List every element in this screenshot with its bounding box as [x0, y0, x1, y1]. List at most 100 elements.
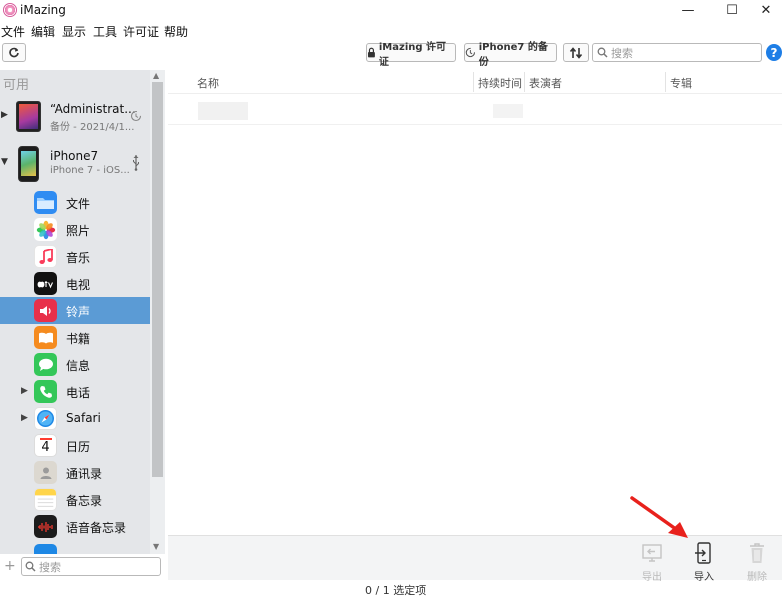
sidebar-item-partial[interactable]: [0, 540, 150, 554]
notes-icon: [34, 488, 57, 511]
import-button[interactable]: 导入: [684, 538, 724, 583]
phone-icon: [34, 380, 57, 403]
device-subtitle: iPhone 7 - iOS...: [50, 165, 130, 176]
transfer-arrows-icon: [569, 46, 583, 59]
device-name: “Administrat...: [50, 102, 136, 116]
menu-tools[interactable]: 工具: [93, 23, 117, 40]
folder-icon: [34, 191, 57, 214]
action-label: 导出: [642, 572, 662, 583]
import-icon: [695, 542, 711, 564]
backup-label: iPhone7 的备份: [478, 41, 548, 68]
transfer-button[interactable]: [563, 43, 589, 62]
calendar-icon: 4: [34, 434, 57, 457]
history-icon: [130, 110, 142, 122]
search-icon: [25, 561, 36, 572]
menu-help[interactable]: 帮助: [164, 23, 188, 40]
menu-file[interactable]: 文件: [1, 23, 25, 40]
scroll-up-icon[interactable]: ▲: [153, 71, 159, 80]
sidebar-footer: + 搜索: [0, 554, 165, 579]
sidebar-item-ringtones[interactable]: 铃声: [0, 297, 150, 324]
backup-button[interactable]: iPhone7 的备份: [464, 42, 557, 68]
expand-arrow-icon[interactable]: ▶: [1, 110, 8, 120]
lock-icon: [367, 47, 375, 58]
sidebar-item-label: 铃声: [66, 305, 91, 319]
sidebar-item-photos[interactable]: 照片: [0, 216, 150, 243]
sidebar-item-music[interactable]: 音乐: [0, 243, 150, 270]
table-row[interactable]: [168, 96, 782, 125]
device-name: iPhone7: [50, 149, 99, 163]
sidebar-item-label: 音乐: [66, 251, 91, 265]
device-backup[interactable]: ▶ “Administrat... 备份 - 2021/4/1...: [0, 96, 150, 140]
sidebar-item-notes[interactable]: 备忘录: [0, 486, 150, 513]
device-thumbnail: [18, 146, 39, 182]
license-label: iMazing 许可证: [378, 41, 447, 68]
books-icon: [34, 326, 57, 349]
scrollbar-thumb[interactable]: [152, 82, 163, 477]
menu-license[interactable]: 许可证: [123, 23, 159, 40]
sidebar-item-phone[interactable]: ▶ 电话: [0, 378, 150, 405]
add-button[interactable]: +: [4, 558, 16, 574]
column-divider[interactable]: [665, 72, 666, 92]
sidebar-item-files[interactable]: 文件: [0, 189, 150, 216]
device-iphone7[interactable]: ▼ iPhone7 iPhone 7 - iOS...: [0, 143, 150, 187]
license-button[interactable]: iMazing 许可证: [366, 42, 456, 68]
app-logo-icon: [3, 3, 17, 17]
minimize-button[interactable]: —: [668, 0, 708, 20]
sidebar-item-safari[interactable]: ▶ Safari: [0, 405, 150, 432]
sidebar-item-tv[interactable]: 电视: [0, 270, 150, 297]
annotation-arrow-icon: [630, 496, 688, 538]
calendar-day: 4: [41, 440, 50, 455]
toolbar: iMazing 许可证 iPhone7 的备份 搜索 ?: [0, 40, 782, 68]
sidebar-scrollbar[interactable]: ▲ ▼: [150, 70, 165, 554]
column-header-artist[interactable]: 表演者: [529, 75, 562, 91]
table-header: 名称 持续时间 表演者 专辑: [168, 70, 782, 94]
column-header-duration[interactable]: 持续时间: [478, 75, 522, 91]
close-button[interactable]: ✕: [746, 0, 782, 20]
sidebar-item-calendar[interactable]: 4 日历: [0, 432, 150, 459]
sidebar-item-voice-memos[interactable]: 语音备忘录: [0, 513, 150, 540]
usb-icon: [133, 155, 139, 171]
sidebar-item-messages[interactable]: 信息: [0, 351, 150, 378]
device-thumbnail: [16, 101, 41, 132]
help-button[interactable]: ?: [766, 44, 782, 61]
column-divider[interactable]: [524, 72, 525, 92]
voice-memo-icon: [34, 515, 57, 538]
export-button[interactable]: 导出: [632, 538, 672, 583]
section-label-available: 可用: [3, 78, 30, 93]
sidebar-item-label: 电话: [66, 386, 91, 400]
sidebar-item-label: 照片: [66, 224, 91, 238]
menu-edit[interactable]: 编辑: [31, 23, 55, 40]
app-title: iMazing: [20, 3, 66, 17]
expand-arrow-icon[interactable]: ▶: [21, 413, 28, 423]
scroll-down-icon[interactable]: ▼: [153, 542, 159, 551]
ringtone-icon: [34, 299, 57, 322]
sidebar-item-books[interactable]: 书籍: [0, 324, 150, 351]
action-label: 删除: [747, 572, 767, 583]
device-subtitle: 备份 - 2021/4/1...: [50, 122, 135, 133]
sidebar-item-label: Safari: [66, 411, 101, 425]
sidebar-item-label: 书籍: [66, 332, 91, 346]
column-header-name[interactable]: 名称: [197, 75, 219, 91]
refresh-icon: [9, 47, 19, 57]
sidebar-item-contacts[interactable]: 通讯录: [0, 459, 150, 486]
app-icon: [34, 544, 57, 554]
tv-icon: [34, 272, 57, 295]
search-input[interactable]: 搜索: [592, 43, 762, 62]
action-label: 导入: [694, 572, 714, 583]
refresh-button[interactable]: [2, 43, 26, 62]
column-header-album[interactable]: 专辑: [670, 75, 692, 91]
collapse-arrow-icon[interactable]: ▼: [1, 157, 8, 167]
expand-arrow-icon[interactable]: ▶: [21, 386, 28, 396]
safari-icon: [34, 407, 57, 430]
sidebar-search-input[interactable]: 搜索: [21, 557, 161, 576]
sidebar-item-label: 电视: [66, 278, 91, 292]
delete-button[interactable]: 删除: [737, 538, 777, 583]
menu-view[interactable]: 显示: [62, 23, 86, 40]
sidebar-item-label: 通讯录: [66, 467, 103, 481]
column-divider[interactable]: [473, 72, 474, 92]
sidebar-item-label: 文件: [66, 197, 91, 211]
sidebar-item-label: 日历: [66, 440, 91, 454]
sidebar-item-label: 语音备忘录: [66, 521, 127, 535]
sidebar-item-label: 信息: [66, 359, 91, 373]
redacted-cell: [198, 102, 248, 120]
